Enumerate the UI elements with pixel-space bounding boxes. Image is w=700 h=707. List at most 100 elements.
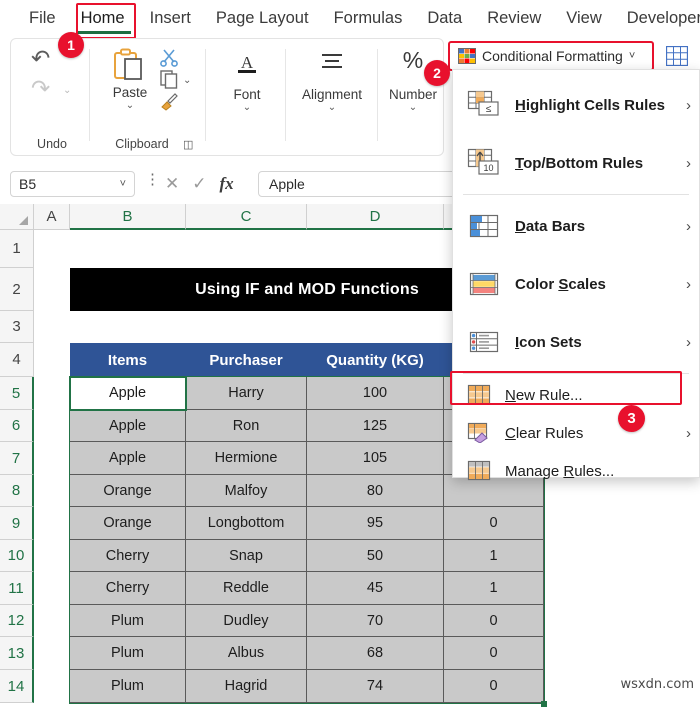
tab-page-layout[interactable]: Page Layout xyxy=(205,6,320,31)
table-row[interactable]: Reddle xyxy=(186,572,307,605)
dialog-launcher-icon[interactable]: ◫ xyxy=(183,138,193,151)
fill-handle[interactable] xyxy=(541,701,547,707)
table-row[interactable]: 74 xyxy=(307,670,444,703)
undo-arrow-icon[interactable]: ↶ xyxy=(31,47,50,70)
table-row[interactable]: 1 xyxy=(444,572,544,605)
chevron-down-icon[interactable]: ˅ xyxy=(629,50,635,62)
name-box[interactable]: B5 ˅ xyxy=(10,171,135,197)
table-row[interactable]: Plum xyxy=(70,605,186,637)
table-row[interactable]: Apple xyxy=(70,377,186,410)
table-row[interactable]: Dudley xyxy=(186,605,307,637)
cancel-x-icon[interactable]: ✕ xyxy=(165,174,179,194)
table-row[interactable]: 125 xyxy=(307,410,444,442)
table-row[interactable]: Apple xyxy=(70,410,186,442)
tab-home[interactable]: Home xyxy=(70,6,136,31)
table-row[interactable]: 105 xyxy=(307,442,444,475)
row-header-12[interactable]: 12 xyxy=(0,605,34,637)
table-row[interactable]: 0 xyxy=(444,507,544,540)
menu-item-new-rule[interactable]: New Rule... xyxy=(453,376,699,414)
menu-item-color-scales[interactable]: Color Scales › xyxy=(453,255,699,313)
paintbrush-icon[interactable] xyxy=(159,91,179,111)
tab-developer[interactable]: Developer xyxy=(616,6,700,31)
alignment-dropdown-icon[interactable]: ⌄ xyxy=(289,103,375,113)
table-row[interactable]: 80 xyxy=(307,475,444,507)
row-header-14[interactable]: 14 xyxy=(0,670,34,703)
font-dropdown-icon[interactable]: ⌄ xyxy=(211,103,283,113)
table-row[interactable]: 68 xyxy=(307,637,444,670)
table-row[interactable]: 45 xyxy=(307,572,444,605)
more-options-icon[interactable]: ⋮ xyxy=(145,172,160,187)
copy-icon[interactable] xyxy=(159,69,179,89)
row-header-11[interactable]: 11 xyxy=(0,572,34,605)
column-header-D[interactable]: D xyxy=(307,204,444,230)
table-row[interactable]: Longbottom xyxy=(186,507,307,540)
tab-review[interactable]: Review xyxy=(476,6,552,31)
table-row[interactable]: Cherry xyxy=(70,540,186,572)
copy-dropdown-icon[interactable]: ⌄ xyxy=(183,75,191,86)
row-header-7[interactable]: 7 xyxy=(0,442,34,475)
table-row[interactable]: Plum xyxy=(70,637,186,670)
menu-item-data-bars[interactable]: Data Bars › xyxy=(453,197,699,255)
tab-view[interactable]: View xyxy=(555,6,612,31)
table-row[interactable]: Snap xyxy=(186,540,307,572)
row-header-9[interactable]: 9 xyxy=(0,507,34,540)
table-row[interactable]: 1 xyxy=(444,540,544,572)
menu-item-clear-rules[interactable]: Clear Rules › xyxy=(453,414,699,452)
table-row[interactable]: Orange xyxy=(70,475,186,507)
table-row[interactable]: Cherry xyxy=(70,572,186,605)
table-row[interactable]: Apple xyxy=(70,442,186,475)
menu-item-icon-sets[interactable]: Icon Sets › xyxy=(453,313,699,371)
tab-data[interactable]: Data xyxy=(416,6,473,31)
table-row[interactable]: 0 xyxy=(444,637,544,670)
tab-formulas[interactable]: Formulas xyxy=(323,6,414,31)
table-row[interactable]: Hermione xyxy=(186,442,307,475)
table-row[interactable]: 95 xyxy=(307,507,444,540)
table-header-purchaser: Purchaser xyxy=(186,343,307,377)
column-header-A[interactable]: A xyxy=(34,204,70,230)
row-header-8[interactable]: 8 xyxy=(0,475,34,507)
table-row[interactable]: 50 xyxy=(307,540,444,572)
menu-item-manage-rules[interactable]: Manage Rules... xyxy=(453,452,699,490)
number-dropdown-icon[interactable]: ⌄ xyxy=(381,103,445,113)
table-row[interactable]: Hagrid xyxy=(186,670,307,703)
paste-icon[interactable] xyxy=(111,47,147,83)
table-row[interactable]: Plum xyxy=(70,670,186,703)
column-header-C[interactable]: C xyxy=(186,204,307,230)
table-row[interactable]: Albus xyxy=(186,637,307,670)
table-row[interactable]: Orange xyxy=(70,507,186,540)
column-header-B[interactable]: B xyxy=(70,204,186,230)
alignment-lines-icon[interactable] xyxy=(289,51,375,73)
row-header-5[interactable]: 5 xyxy=(0,377,34,410)
menu-item-top-bottom-rules[interactable]: 10 Top/Bottom Rules › xyxy=(453,134,699,192)
table-row[interactable]: 0 xyxy=(444,670,544,703)
confirm-check-icon[interactable]: ✓ xyxy=(192,174,206,194)
redo-arrow-icon[interactable]: ↷ xyxy=(31,77,50,100)
conditional-formatting-button[interactable]: Conditional Formatting ˅ xyxy=(452,44,648,68)
menu-item-label: Data Bars xyxy=(515,217,586,235)
name-box-chevron-icon[interactable]: ˅ xyxy=(120,178,126,190)
scissors-icon[interactable] xyxy=(159,47,179,67)
table-row[interactable]: 70 xyxy=(307,605,444,637)
table-row[interactable]: Harry xyxy=(186,377,307,410)
cells-grid-icon[interactable] xyxy=(666,46,688,66)
paste-dropdown-icon[interactable]: ⌄ xyxy=(95,101,165,111)
ribbon-group-font: A Font ⌄ xyxy=(211,39,283,155)
tab-insert[interactable]: Insert xyxy=(139,6,202,31)
row-header-6[interactable]: 6 xyxy=(0,410,34,442)
row-header-10[interactable]: 10 xyxy=(0,540,34,572)
table-row[interactable]: 100 xyxy=(307,377,444,410)
select-all-corner[interactable] xyxy=(0,204,34,230)
table-row[interactable]: Ron xyxy=(186,410,307,442)
row-header-3[interactable]: 3 xyxy=(0,311,34,343)
redo-dropdown-icon[interactable]: ⌄ xyxy=(63,85,71,96)
row-header-4[interactable]: 4 xyxy=(0,343,34,377)
tab-file[interactable]: File xyxy=(18,6,67,31)
row-header-13[interactable]: 13 xyxy=(0,637,34,670)
table-row[interactable]: 0 xyxy=(444,605,544,637)
font-A-icon[interactable]: A xyxy=(211,51,283,77)
row-header-2[interactable]: 2 xyxy=(0,268,34,311)
insert-function-icon[interactable]: fx xyxy=(220,174,234,194)
menu-item-highlight-cells-rules[interactable]: ≤ Highlight Cells Rules › xyxy=(453,76,699,134)
table-row[interactable]: Malfoy xyxy=(186,475,307,507)
row-header-1[interactable]: 1 xyxy=(0,230,34,268)
